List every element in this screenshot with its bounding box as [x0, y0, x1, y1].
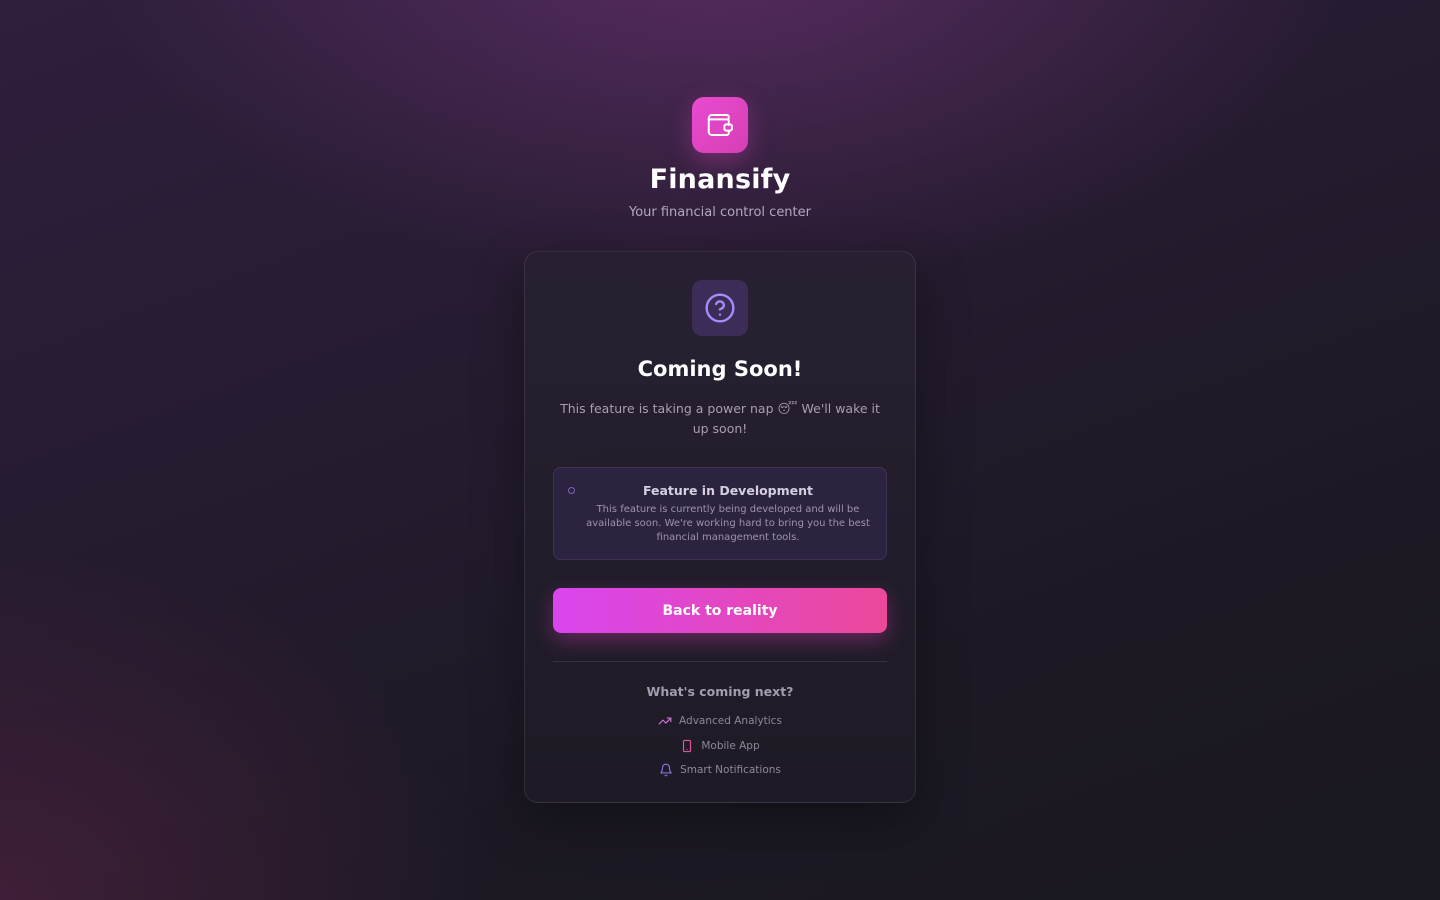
feature-info-box: Feature in Development This feature is c…: [553, 467, 887, 560]
upcoming-title: What's coming next?: [646, 684, 794, 699]
info-text: This feature is currently being develope…: [586, 504, 870, 543]
card-title: Coming Soon!: [637, 357, 803, 381]
back-to-reality-button[interactable]: Back to reality: [553, 588, 887, 633]
upcoming-item-notifications: Smart Notifications: [659, 758, 781, 783]
trending-up-icon: [658, 717, 672, 725]
wallet-icon: [707, 114, 733, 136]
info-dot-icon: [568, 487, 575, 494]
upcoming-item-label: Advanced Analytics: [679, 715, 782, 728]
upcoming-list: Advanced Analytics Mobile App Smart Noti…: [525, 709, 915, 783]
brand-name: Finansify: [649, 164, 791, 195]
upcoming-item-analytics: Advanced Analytics: [658, 709, 782, 734]
bell-icon: [660, 763, 672, 777]
brand-tagline: Your financial control center: [628, 205, 811, 220]
help-badge: [692, 280, 748, 336]
brand-logo: [692, 97, 748, 153]
divider: [553, 661, 887, 662]
upcoming-item-mobile: Mobile App: [680, 734, 760, 759]
upcoming-item-label: Smart Notifications: [680, 764, 781, 777]
coming-soon-card: Coming Soon! This feature is taking a po…: [524, 251, 916, 803]
info-title: Feature in Development: [642, 483, 814, 498]
smartphone-icon: [683, 739, 692, 752]
card-description: This feature is taking a power nap 😴 We'…: [560, 401, 880, 436]
help-circle-icon: [705, 293, 735, 323]
upcoming-item-label: Mobile App: [701, 739, 760, 752]
